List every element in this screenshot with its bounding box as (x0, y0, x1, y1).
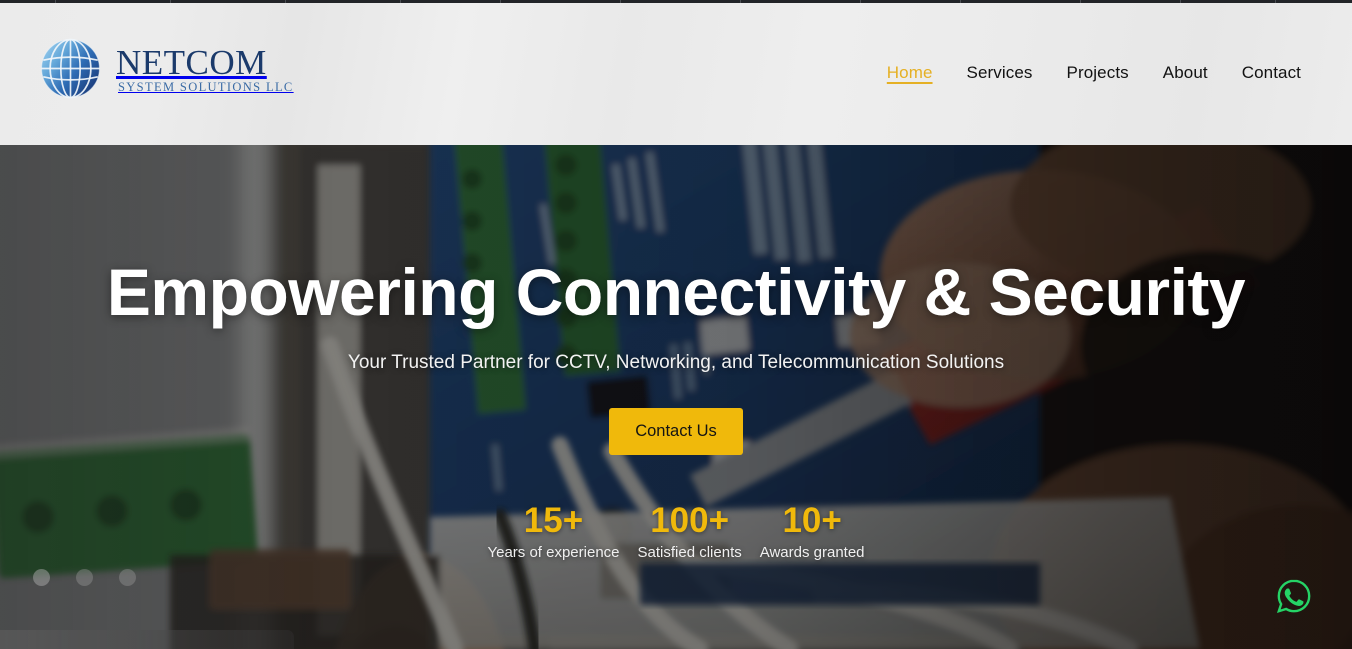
hero-content: Empowering Connectivity & Security Your … (0, 145, 1352, 649)
stat-label: Awards granted (759, 543, 865, 561)
whatsapp-icon (1276, 579, 1311, 614)
page-root: NETCOM SYSTEM SOLUTIONS LLC Home Service… (0, 0, 1352, 649)
browser-chrome-strip (0, 0, 1352, 3)
stat-years-of-experience: 15+ Years of experience (478, 500, 628, 562)
nav-item-home[interactable]: Home (870, 63, 950, 83)
stat-label: Satisfied clients (637, 543, 742, 561)
nav-item-services[interactable]: Services (950, 63, 1050, 83)
nav-item-about[interactable]: About (1146, 63, 1225, 83)
stat-value: 10+ (782, 500, 842, 540)
whatsapp-chat-button[interactable] (1274, 576, 1314, 616)
main-navigation: Home Services Projects About Contact (870, 63, 1318, 83)
brand-logo-link[interactable]: NETCOM SYSTEM SOLUTIONS LLC (36, 34, 294, 103)
contact-us-button[interactable]: Contact Us (609, 408, 743, 455)
globe-icon (40, 38, 101, 99)
brand-tagline: SYSTEM SOLUTIONS LLC (118, 80, 294, 94)
stat-value: 100+ (650, 500, 730, 540)
stat-value: 15+ (523, 500, 584, 540)
nav-item-projects[interactable]: Projects (1050, 63, 1146, 83)
hero-section: Empowering Connectivity & Security Your … (0, 145, 1352, 649)
carousel-dot-2[interactable] (76, 569, 93, 586)
carousel-dot-1[interactable] (33, 569, 50, 586)
stat-awards-granted: 10+ Awards granted (751, 500, 874, 562)
hero-stats: 15+ Years of experience 100+ Satisfied c… (478, 500, 874, 562)
stat-satisfied-clients: 100+ Satisfied clients (629, 500, 751, 562)
brand-name: NETCOM (116, 43, 267, 82)
hero-subtitle: Your Trusted Partner for CCTV, Networkin… (347, 352, 1005, 373)
site-header: NETCOM SYSTEM SOLUTIONS LLC Home Service… (0, 3, 1352, 145)
nav-item-contact[interactable]: Contact (1225, 63, 1318, 83)
stat-label: Years of experience (487, 543, 620, 561)
carousel-dot-3[interactable] (119, 569, 136, 586)
carousel-indicators (33, 569, 136, 586)
hero-title: Empowering Connectivity & Security (106, 255, 1246, 329)
next-section-peek (0, 630, 294, 649)
